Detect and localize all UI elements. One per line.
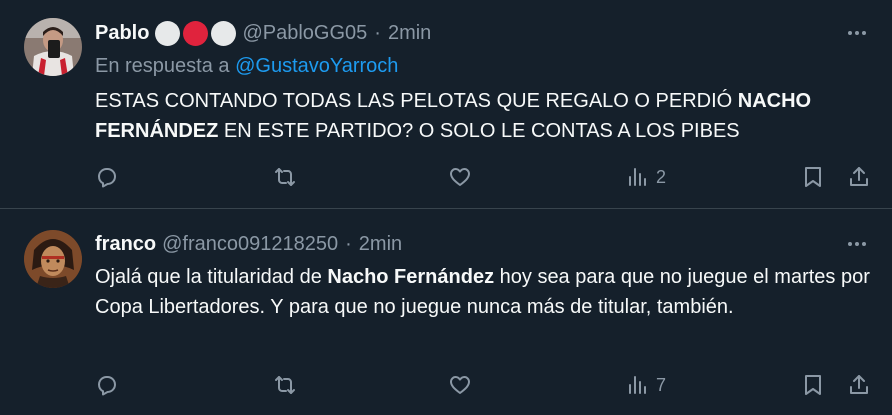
avatar-photo xyxy=(24,230,82,288)
tweet-franco[interactable]: franco @franco091218250 · 2min Ojalá que… xyxy=(0,210,892,415)
avatar[interactable] xyxy=(24,18,82,76)
reply-icon xyxy=(98,376,116,396)
reply-button[interactable] xyxy=(95,371,119,399)
more-icon[interactable] xyxy=(844,231,870,257)
bookmark-icon xyxy=(805,167,821,187)
avatar-photo xyxy=(24,18,82,76)
text-part: Ojalá que la titularidad de xyxy=(95,266,328,288)
views-count: 7 xyxy=(656,374,667,395)
timestamp[interactable]: 2min xyxy=(388,22,431,45)
retweet-button[interactable] xyxy=(273,371,297,399)
reply-context: En respuesta a @GustavoYarroch xyxy=(95,55,398,78)
like-button[interactable] xyxy=(448,371,472,399)
retweet-button[interactable] xyxy=(273,163,297,191)
timestamp[interactable]: 2min xyxy=(359,233,402,256)
emoji-badges xyxy=(155,20,237,46)
retweet-icon xyxy=(275,376,295,394)
avatar[interactable] xyxy=(24,230,82,288)
tweet-text: Ojalá que la titularidad de Nacho Fernán… xyxy=(95,262,875,322)
views-button[interactable]: 7 xyxy=(626,371,666,399)
reply-icon xyxy=(98,168,116,188)
white-circle-icon xyxy=(211,20,237,46)
like-button[interactable] xyxy=(448,163,472,191)
user-handle[interactable]: @PabloGG05 xyxy=(242,22,367,45)
action-bar: 2 xyxy=(95,163,875,191)
views-count: 2 xyxy=(656,166,667,187)
reply-prefix: En respuesta a xyxy=(95,55,230,77)
bookmark-button[interactable] xyxy=(801,371,825,399)
separator: · xyxy=(345,232,352,255)
views-icon xyxy=(629,376,646,394)
text-bold: Nacho Fernández xyxy=(327,266,495,288)
bookmark-button[interactable] xyxy=(801,163,825,191)
white-circle-icon xyxy=(155,20,181,46)
tweet-header: Pablo @PabloGG05 · 2min xyxy=(95,19,431,47)
share-icon xyxy=(850,375,868,394)
display-name[interactable]: franco xyxy=(95,233,156,256)
text-part: EN ESTE PARTIDO? O SOLO LE CONTAS A LOS … xyxy=(218,120,740,142)
user-handle[interactable]: @franco091218250 xyxy=(162,233,338,256)
tweet-pablo[interactable]: Pablo @PabloGG05 · 2min En respuesta a @… xyxy=(0,0,892,209)
share-button[interactable] xyxy=(847,163,871,191)
display-name[interactable]: Pablo xyxy=(95,22,149,45)
action-bar: 7 xyxy=(95,371,875,399)
like-icon xyxy=(450,376,470,394)
red-circle-icon xyxy=(183,20,209,46)
bookmark-icon xyxy=(805,375,821,395)
tweet-text: ESTAS CONTANDO TODAS LAS PELOTAS QUE REG… xyxy=(95,86,875,146)
views-button[interactable]: 2 xyxy=(626,163,666,191)
retweet-icon xyxy=(275,168,295,186)
reply-button[interactable] xyxy=(95,163,119,191)
reply-mention-link[interactable]: @GustavoYarroch xyxy=(235,55,398,77)
tweet-header: franco @franco091218250 · 2min xyxy=(95,230,402,258)
text-part: ESTAS CONTANDO TODAS LAS PELOTAS QUE REG… xyxy=(95,90,738,112)
like-icon xyxy=(450,168,470,186)
share-button[interactable] xyxy=(847,371,871,399)
share-icon xyxy=(850,167,868,186)
more-icon[interactable] xyxy=(844,20,870,46)
separator: · xyxy=(374,21,381,44)
views-icon xyxy=(629,168,646,186)
